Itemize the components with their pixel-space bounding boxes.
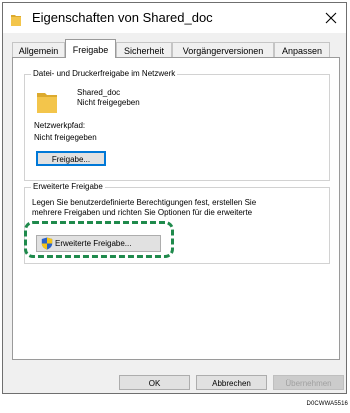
cancel-button-label: Abbrechen bbox=[212, 378, 251, 388]
share-button[interactable]: Freigabe... bbox=[36, 151, 106, 166]
tab-vorgaengerversionen[interactable]: Vorgängerversionen bbox=[172, 42, 274, 58]
uac-shield-icon bbox=[41, 237, 53, 250]
folder-icon bbox=[11, 13, 21, 26]
tab-sicherheit[interactable]: Sicherheit bbox=[116, 42, 172, 58]
cancel-button[interactable]: Abbrechen bbox=[196, 375, 267, 390]
advanced-sharing-button-label: Erweiterte Freigabe... bbox=[55, 239, 132, 248]
shared-item-status: Nicht freigegeben bbox=[77, 98, 140, 107]
shared-item-name: Shared_doc bbox=[77, 88, 121, 97]
network-path-label: Netzwerkpfad: bbox=[34, 121, 86, 130]
tab-freigabe[interactable]: Freigabe bbox=[65, 39, 116, 58]
folder-icon bbox=[37, 91, 57, 113]
close-icon bbox=[325, 12, 337, 24]
network-path-value: Nicht freigegeben bbox=[34, 133, 97, 142]
apply-button-label: Übernehmen bbox=[285, 378, 332, 388]
advanced-sharing-button[interactable]: Erweiterte Freigabe... bbox=[36, 235, 161, 252]
figure-code: D0CWWA5516 bbox=[306, 401, 348, 407]
network-sharing-group-label: Datei- und Druckerfreigabe im Netzwerk bbox=[33, 69, 176, 78]
ok-button-label: OK bbox=[148, 378, 161, 388]
tab-allgemein[interactable]: Allgemein bbox=[12, 42, 65, 58]
title-bar: Eigenschaften von Shared_doc bbox=[3, 3, 346, 33]
sharing-tab-panel: Datei- und Druckerfreigabe im Netzwerk S… bbox=[12, 57, 340, 360]
close-button[interactable] bbox=[316, 3, 346, 33]
tab-anpassen[interactable]: Anpassen bbox=[274, 42, 330, 58]
ok-button[interactable]: OK bbox=[119, 375, 190, 390]
advanced-sharing-group-label: Erweiterte Freigabe bbox=[33, 182, 103, 191]
advanced-sharing-description-line2: mehrere Freigaben und richten Sie Option… bbox=[32, 208, 253, 217]
share-button-label: Freigabe... bbox=[51, 154, 91, 164]
properties-dialog: Eigenschaften von Shared_doc Allgemein F… bbox=[2, 2, 347, 394]
advanced-sharing-description-line1: Legen Sie benutzerdefinierte Berechtigun… bbox=[32, 198, 257, 207]
apply-button[interactable]: Übernehmen bbox=[273, 375, 344, 390]
window-title: Eigenschaften von Shared_doc bbox=[32, 10, 213, 25]
